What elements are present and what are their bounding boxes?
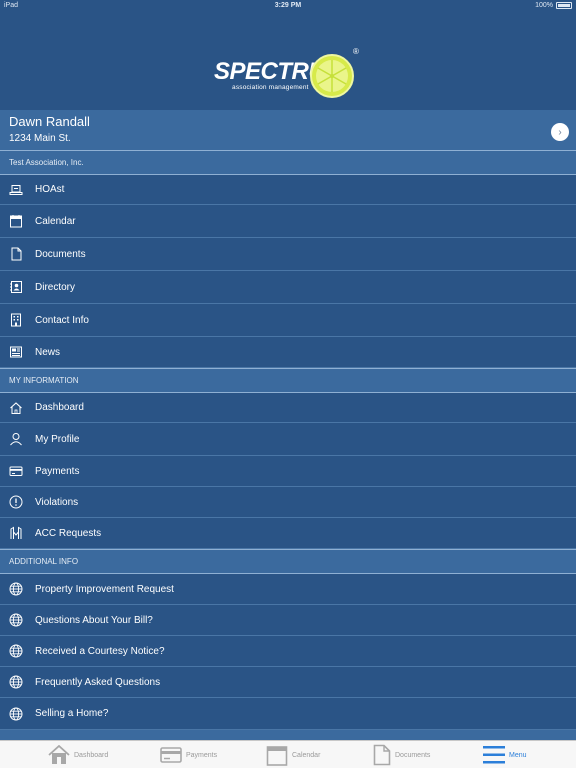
acc-icon (9, 526, 23, 540)
laptop-icon (9, 183, 23, 197)
association-name: Test Association, Inc. (9, 158, 84, 167)
tab-label: Payments (186, 751, 218, 759)
user-name: Dawn Randall (9, 114, 90, 129)
menu-item-violations[interactable]: Violations (0, 487, 576, 518)
battery-icon (556, 2, 572, 9)
menu-item-label: Frequently Asked Questions (35, 676, 161, 688)
menu-item-documents[interactable]: Documents (0, 238, 576, 271)
globe-icon (9, 675, 23, 689)
menu-item-label: Received a Courtesy Notice? (35, 645, 165, 657)
credit-card-icon (160, 747, 182, 763)
person-icon (9, 432, 23, 446)
menu-item-label: Violations (35, 496, 79, 508)
menu-item-contact-info[interactable]: Contact Info (0, 304, 576, 337)
globe-icon (9, 613, 23, 627)
credit-card-icon (9, 464, 23, 478)
additional-info-header: ADDITIONAL INFO (0, 549, 576, 574)
document-icon (9, 247, 23, 261)
home-icon (48, 745, 70, 764)
calendar-icon (9, 214, 23, 228)
menu-item-label: Selling a Home? (35, 708, 109, 719)
menu-item-calendar[interactable]: Calendar (0, 205, 576, 238)
globe-icon (9, 644, 23, 658)
lemon-slice-icon (310, 54, 354, 98)
menu-item-directory[interactable]: Directory (0, 271, 576, 304)
calendar-icon (266, 746, 288, 766)
building-icon (9, 313, 23, 327)
battery-indicator: 100% (535, 2, 572, 9)
tab-label: Calendar (292, 751, 321, 759)
menu-item-label: News (35, 346, 61, 358)
status-time: 3:29 PM (274, 2, 302, 9)
tab-label: Documents (395, 751, 431, 759)
chevron-right-icon[interactable]: › (551, 123, 569, 141)
menu-item-label: Documents (35, 248, 86, 260)
menu-item-my-profile[interactable]: My Profile (0, 423, 576, 456)
menu-item-faq[interactable]: Frequently Asked Questions (0, 667, 576, 698)
menu-item-label: Property Improvement Request (35, 583, 174, 595)
menu-item-label: Payments (35, 465, 80, 477)
tab-calendar[interactable]: Calendar (266, 741, 320, 768)
menu-item-selling-home[interactable]: Selling a Home? (0, 698, 576, 730)
menu-item-label: My Profile (35, 433, 80, 445)
menu-item-hoast[interactable]: HOAst (0, 175, 576, 205)
tab-bar: Dashboard Payments Calendar Documents Me… (0, 740, 576, 768)
logo-area: SPECTRUM ® association management (0, 12, 576, 110)
globe-icon (9, 707, 23, 721)
tab-documents[interactable]: Documents (373, 741, 430, 768)
home-icon (9, 401, 23, 415)
alert-icon (9, 495, 23, 509)
menu-item-label: Directory (35, 281, 76, 293)
menu-item-payments[interactable]: Payments (0, 456, 576, 487)
brand-tagline: association management (232, 84, 309, 91)
tab-payments[interactable]: Payments (160, 741, 217, 768)
menu-item-courtesy-notice[interactable]: Received a Courtesy Notice? (0, 636, 576, 667)
globe-icon (9, 582, 23, 596)
menu-item-news[interactable]: News (0, 337, 576, 368)
my-information-header: MY INFORMATION (0, 368, 576, 393)
tab-dashboard[interactable]: Dashboard (48, 741, 108, 768)
section-title: MY INFORMATION (9, 376, 79, 385)
menu-item-label: ACC Requests (35, 527, 102, 539)
tab-label: Dashboard (74, 751, 109, 759)
menu-item-label: Calendar (35, 215, 76, 227)
menu-item-label: HOAst (35, 184, 65, 195)
battery-percent: 100% (535, 2, 553, 9)
section-title: ADDITIONAL INFO (9, 557, 79, 566)
menu-item-label: Dashboard (35, 402, 84, 413)
menu-item-label: Contact Info (35, 314, 89, 326)
menu-item-acc-requests[interactable]: ACC Requests (0, 518, 576, 549)
status-bar: iPad 3:29 PM 100% (0, 0, 576, 12)
tab-label: Menu (509, 751, 527, 759)
tab-menu[interactable]: Menu (483, 741, 527, 768)
document-icon (373, 744, 391, 766)
user-header[interactable]: Dawn Randall 1234 Main St. › (0, 110, 576, 150)
menu-item-dashboard[interactable]: Dashboard (0, 393, 576, 423)
directory-icon (9, 280, 23, 294)
newspaper-icon (9, 345, 23, 359)
menu-item-label: Questions About Your Bill? (35, 614, 153, 626)
menu-item-property-improvement[interactable]: Property Improvement Request (0, 574, 576, 605)
menu-item-bill-questions[interactable]: Questions About Your Bill? (0, 605, 576, 636)
user-address: 1234 Main St. (9, 133, 71, 144)
association-header: Test Association, Inc. (0, 150, 576, 175)
hamburger-icon (483, 746, 505, 764)
